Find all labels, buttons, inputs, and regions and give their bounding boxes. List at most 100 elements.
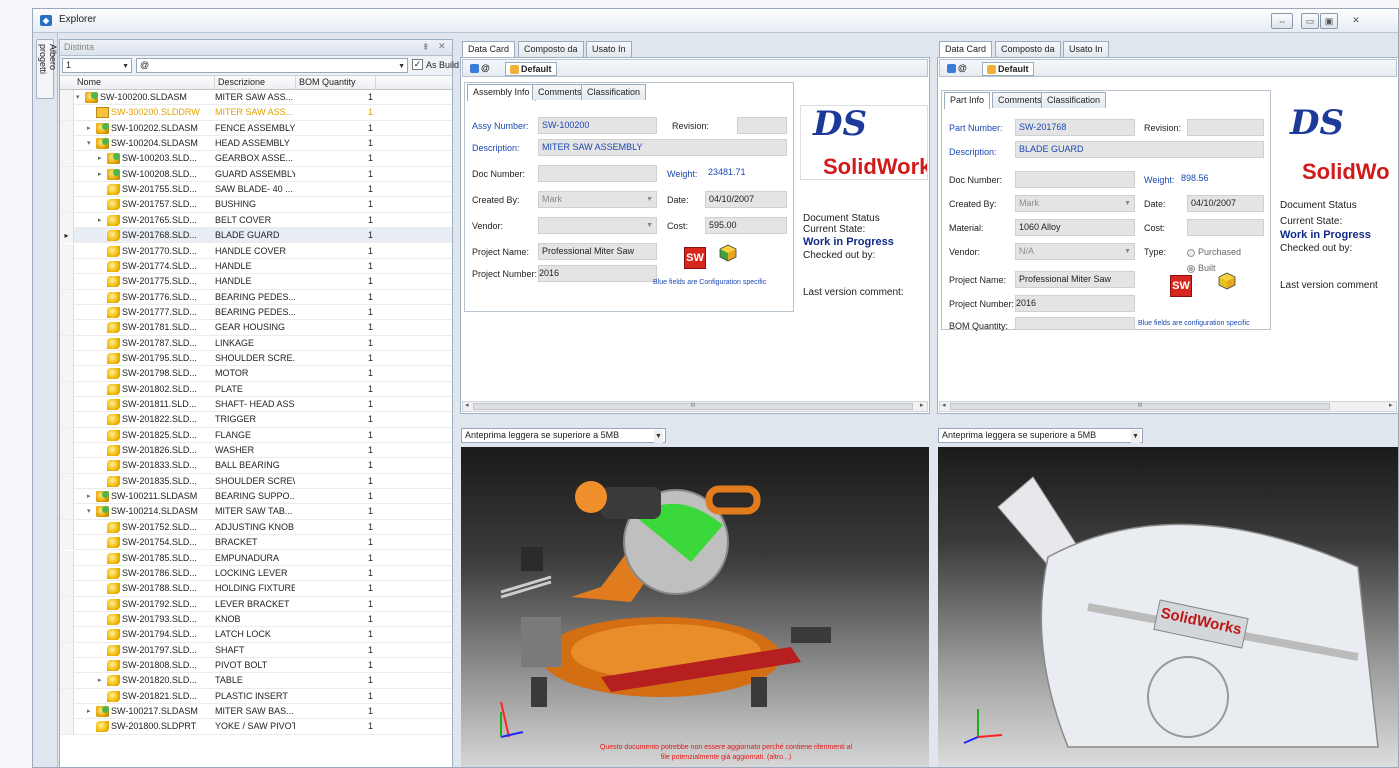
table-row[interactable]: ▸ SW-100208.SLD... GUARD ASSEMBLY 1 — [60, 166, 452, 183]
row-selector[interactable] — [60, 519, 74, 535]
scroll-thumb[interactable]: III — [473, 403, 913, 410]
table-row[interactable]: SW-201795.SLD... SHOULDER SCRE... 1 — [60, 350, 452, 367]
minimize-button[interactable]: ▭ — [1301, 13, 1319, 29]
table-row[interactable]: SW-201785.SLD... EMPUNADURA 1 — [60, 550, 452, 566]
material-field[interactable]: 1060 Alloy — [1015, 219, 1135, 236]
row-selector[interactable] — [60, 504, 74, 520]
row-selector[interactable] — [60, 596, 74, 612]
tab-assembly-info[interactable]: Assembly Info — [467, 84, 536, 101]
cost-field-right[interactable] — [1187, 219, 1264, 236]
row-selector[interactable] — [60, 197, 74, 213]
row-selector[interactable] — [60, 289, 74, 305]
scroll-left-icon[interactable]: ◂ — [465, 401, 469, 409]
column-header-description[interactable]: Descrizione — [215, 76, 296, 90]
assembly-preview[interactable]: Questo documento potrebbe non essere agg… — [461, 447, 929, 767]
type-built-radio[interactable]: Built — [1187, 263, 1216, 273]
row-selector[interactable] — [60, 120, 74, 136]
row-selector[interactable] — [60, 412, 74, 428]
table-row[interactable]: SW-201825.SLD... FLANGE 1 — [60, 427, 452, 444]
as-build-checkbox[interactable]: ✓ — [412, 59, 423, 70]
row-selector[interactable] — [60, 366, 74, 382]
table-row[interactable]: ▸ SW-100202.SLDASM FENCE ASSEMBLY 1 — [60, 120, 452, 137]
row-selector[interactable] — [60, 182, 74, 198]
table-row[interactable]: SW-300200.SLDDRW MITER SAW ASS... 1 — [60, 105, 452, 121]
row-selector[interactable] — [60, 489, 74, 505]
project-number-field-right[interactable]: 2016 — [1015, 295, 1135, 312]
table-row[interactable]: SW-201792.SLD... LEVER BRACKET 1 — [60, 596, 452, 612]
model-cube-icon[interactable] — [718, 243, 738, 263]
table-row[interactable]: SW-201802.SLD... PLATE 1 — [60, 381, 452, 397]
column-header-name[interactable]: Nome — [74, 76, 215, 90]
row-selector[interactable] — [60, 688, 74, 704]
part-preview[interactable]: SolidWorks — [938, 447, 1398, 767]
right-horizontal-scrollbar[interactable]: ◂ III ▸ — [939, 401, 1397, 412]
date-field-right[interactable]: 04/10/2007 — [1187, 195, 1264, 212]
date-field[interactable]: 04/10/2007 — [705, 191, 787, 208]
configuration-combo[interactable]: @ ▼ — [136, 58, 408, 73]
scroll-right-icon[interactable]: ▸ — [920, 401, 924, 409]
table-row[interactable]: ▸ SW-201765.SLD... BELT COVER 1 — [60, 212, 452, 229]
table-row[interactable]: SW-201776.SLD... BEARING PEDES... 1 — [60, 289, 452, 305]
description-field[interactable]: MITER SAW ASSEMBLY — [538, 139, 787, 156]
row-selector[interactable] — [60, 673, 74, 689]
tab-part-info[interactable]: Part Info — [944, 92, 991, 109]
row-selector[interactable] — [60, 304, 74, 320]
part-cube-icon[interactable] — [1217, 271, 1237, 291]
table-row[interactable]: SW-201752.SLD... ADJUSTING KNOB 1 — [60, 519, 452, 536]
tab-composto-da-right[interactable]: Composto da — [995, 41, 1061, 57]
table-row[interactable]: SW-201835.SLD... SHOULDER SCREW 1 — [60, 473, 452, 490]
expand-icon[interactable]: ▸ — [98, 676, 102, 684]
row-selector[interactable] — [60, 443, 74, 459]
row-selector[interactable] — [60, 473, 74, 489]
row-selector[interactable] — [60, 151, 74, 167]
table-row[interactable]: SW-201757.SLD... BUSHING 1 — [60, 197, 452, 213]
row-selector[interactable] — [60, 535, 74, 551]
row-selector[interactable] — [60, 136, 74, 152]
row-selector[interactable] — [60, 166, 74, 182]
part-number-field[interactable]: SW-201768 — [1015, 119, 1135, 136]
collapse-icon[interactable]: ▾ — [87, 139, 91, 147]
close-panel-icon[interactable]: ✕ — [438, 41, 446, 52]
maximize-button[interactable]: ▣ — [1320, 13, 1338, 29]
expand-icon[interactable]: ▸ — [87, 124, 91, 132]
table-row[interactable]: ▸ SW-100211.SLDASM BEARING SUPPO... 1 — [60, 489, 452, 505]
mid-horizontal-scrollbar[interactable]: ◂ III ▸ — [462, 401, 928, 412]
table-row[interactable]: ▾ SW-100204.SLDASM HEAD ASSEMBLY 1 — [60, 136, 452, 152]
outdated-warning[interactable]: Questo documento potrebbe non essere agg… — [596, 743, 856, 763]
mid-preview-option-dropdown[interactable]: Anteprima leggera se superiore a 5MB ▼ — [461, 428, 666, 443]
row-selector[interactable] — [60, 611, 74, 627]
solidworks-open-icon[interactable]: SW — [684, 247, 706, 269]
expand-icon[interactable]: ▸ — [98, 154, 102, 162]
table-row[interactable]: SW-201788.SLD... HOLDING FIXTURE 1 — [60, 581, 452, 597]
table-row[interactable]: SW-201777.SLD... BEARING PEDES... 1 — [60, 304, 452, 321]
row-selector[interactable] — [60, 397, 74, 412]
bom-quantity-field[interactable] — [1015, 317, 1135, 330]
tab-usato-in-right[interactable]: Usato In — [1063, 41, 1109, 57]
vendor-dropdown[interactable]: ▼ — [538, 217, 657, 234]
table-row[interactable]: ▾ SW-100200.SLDASM MITER SAW ASS... 1 — [60, 90, 452, 106]
assy-number-field[interactable]: SW-100200 — [538, 117, 657, 134]
table-row[interactable]: ▾ SW-100214.SLDASM MITER SAW TAB... 1 — [60, 504, 452, 520]
vendor-dropdown-right[interactable]: N/A ▼ — [1015, 243, 1135, 260]
table-row[interactable]: SW-201808.SLD... PIVOT BOLT 1 — [60, 657, 452, 674]
row-selector[interactable] — [60, 427, 74, 443]
expand-icon[interactable]: ▸ — [87, 492, 91, 500]
row-selector[interactable] — [60, 550, 74, 566]
expand-icon[interactable]: ▸ — [98, 170, 102, 178]
created-by-dropdown-right[interactable]: Mark ▼ — [1015, 195, 1135, 212]
table-row[interactable]: SW-201821.SLD... PLASTIC INSERT 1 — [60, 688, 452, 704]
row-selector[interactable] — [60, 212, 74, 228]
row-selector[interactable] — [60, 350, 74, 366]
type-purchased-radio[interactable]: Purchased — [1187, 247, 1241, 257]
revision-field[interactable] — [737, 117, 787, 134]
row-selector[interactable] — [60, 657, 74, 673]
configuration-button[interactable]: @ — [466, 62, 494, 76]
row-selector[interactable] — [60, 704, 74, 719]
pin-icon[interactable]: ⇞ — [422, 42, 430, 53]
row-selector[interactable] — [60, 243, 74, 259]
table-row[interactable]: ▸ SW-201768.SLD... BLADE GUARD 1 — [60, 228, 452, 244]
row-selector[interactable] — [60, 90, 74, 105]
row-selector[interactable] — [60, 458, 74, 474]
table-row[interactable]: SW-201755.SLD... SAW BLADE- 40 ... 1 — [60, 182, 452, 198]
table-row[interactable]: SW-201811.SLD... SHAFT- HEAD ASSY 1 — [60, 397, 452, 413]
